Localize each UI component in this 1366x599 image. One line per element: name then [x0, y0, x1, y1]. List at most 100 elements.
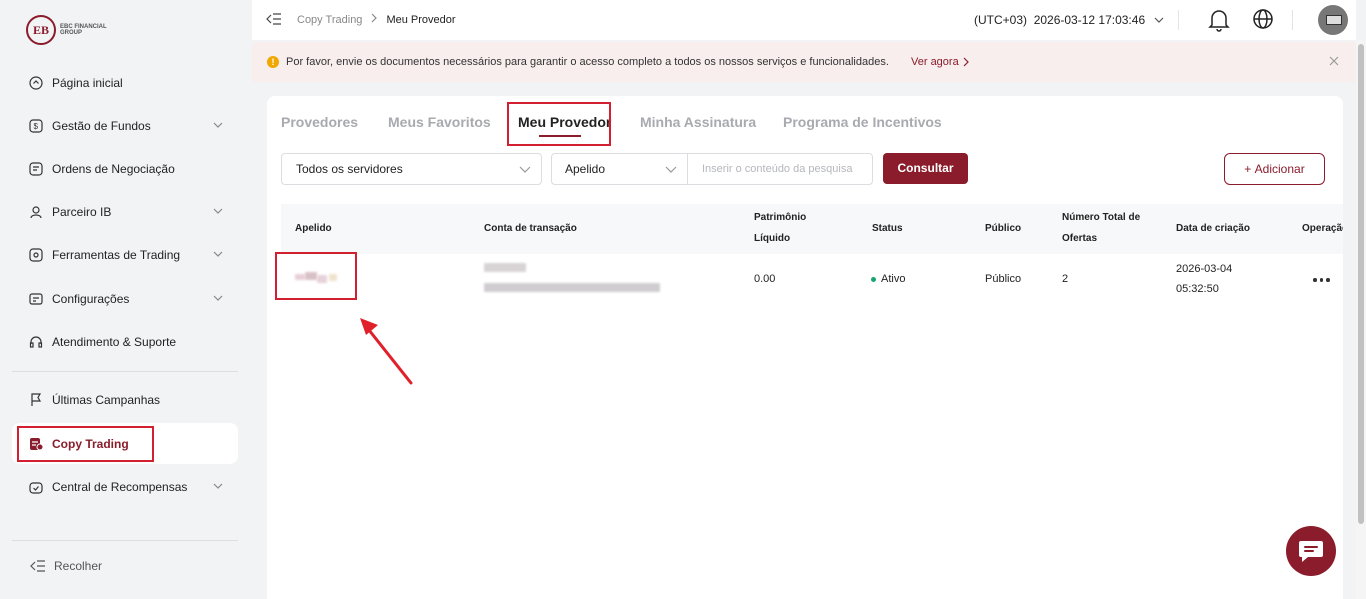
column-header-status: Status	[872, 223, 903, 234]
created-date: 2026-03-04	[1176, 263, 1233, 275]
collapse-label: Recolher	[54, 559, 103, 573]
plus-icon: +	[1244, 162, 1252, 176]
sidebar-item-trading-tools[interactable]: Ferramentas de Trading	[12, 235, 238, 275]
search-input[interactable]	[689, 154, 872, 184]
chevron-down-icon	[213, 122, 223, 128]
equity-value: 0.00	[754, 273, 776, 285]
topbar-divider	[1178, 10, 1179, 30]
logo-mark: EB	[26, 15, 56, 45]
sidebar-item-label: Ferramentas de Trading	[52, 248, 181, 262]
tab-my-subscription[interactable]: Minha Assinatura	[640, 114, 756, 130]
chevron-down-icon	[213, 251, 223, 257]
sidebar-item-label: Parceiro IB	[52, 205, 112, 219]
add-button[interactable]: + Adicionar	[1224, 153, 1325, 185]
menu-toggle-icon[interactable]	[266, 12, 282, 26]
column-header-offers-line1: Número Total de	[1062, 212, 1141, 223]
tab-providers[interactable]: Provedores	[281, 114, 358, 130]
table-header: Apelido Conta de transação Patrimônio Lí…	[281, 204, 1343, 254]
chevron-down-icon	[213, 295, 223, 301]
svg-text:$: $	[34, 122, 39, 131]
home-icon	[28, 75, 44, 91]
sidebar-divider	[12, 540, 238, 541]
view-now-label: Ver agora	[911, 56, 959, 68]
collapse-sidebar-button[interactable]: Recolher	[30, 559, 102, 573]
sidebar-item-settings[interactable]: Configurações	[12, 279, 238, 319]
flag-icon	[28, 392, 44, 408]
more-options-icon[interactable]	[1313, 278, 1330, 282]
add-button-label: Adicionar	[1254, 162, 1305, 176]
sidebar: EB EBC FINANCIAL GROUP Página inicial $ …	[0, 0, 252, 599]
status-badge: Ativo	[871, 269, 905, 289]
view-now-link[interactable]: Ver agora	[911, 56, 970, 68]
highlight-box-nickname	[275, 252, 357, 300]
breadcrumb-copy-trading[interactable]: Copy Trading	[297, 14, 362, 26]
sidebar-item-label: Gestão de Fundos	[52, 119, 151, 133]
user-avatar[interactable]	[1318, 5, 1348, 35]
column-header-operation: Operação	[1302, 223, 1343, 234]
chevron-down-icon	[1154, 17, 1164, 23]
sidebar-item-label: Configurações	[52, 292, 130, 306]
top-bar: Copy Trading Meu Provedor (UTC+03) 2026-…	[252, 0, 1356, 40]
public-value: Público	[985, 273, 1022, 285]
current-datetime: 2026-03-12 17:03:46	[1033, 13, 1146, 27]
annotation-arrow-icon	[360, 318, 413, 385]
sidebar-item-campaigns[interactable]: Últimas Campanhas	[12, 380, 238, 420]
orders-icon	[28, 161, 44, 177]
created-time: 05:32:50	[1176, 283, 1219, 295]
search-field-select[interactable]: Apelido	[552, 154, 688, 184]
settings-icon	[28, 291, 44, 307]
timezone-selector[interactable]: (UTC+03) 2026-03-12 17:03:46	[974, 13, 1165, 27]
sidebar-item-fund-management[interactable]: $ Gestão de Fundos	[12, 106, 238, 146]
chevron-down-icon	[665, 166, 677, 173]
redacted-block	[484, 283, 660, 292]
scrollbar-thumb[interactable]	[1358, 44, 1364, 524]
server-select[interactable]: Todos os servidores	[281, 153, 542, 185]
redacted-block	[484, 263, 526, 272]
chevron-right-icon	[963, 57, 969, 67]
topbar-divider	[1292, 10, 1293, 30]
sidebar-item-ib-partner[interactable]: Parceiro IB	[12, 192, 238, 232]
sidebar-item-orders[interactable]: Ordens de Negociação	[12, 149, 238, 189]
chat-support-button[interactable]	[1286, 526, 1336, 576]
tab-my-favorites[interactable]: Meus Favoritos	[388, 114, 491, 130]
column-header-equity-line1: Patrimônio	[754, 212, 807, 223]
column-header-nickname: Apelido	[295, 223, 332, 234]
sidebar-item-label: Atendimento & Suporte	[52, 335, 177, 349]
tab-incentive-program[interactable]: Programa de Incentivos	[783, 114, 942, 130]
chevron-down-icon	[213, 483, 223, 489]
ebc-logo[interactable]: EB EBC FINANCIAL GROUP	[26, 15, 120, 45]
sidebar-item-label: Ordens de Negociação	[52, 162, 175, 176]
warning-icon: !	[267, 56, 279, 68]
breadcrumb: Copy Trading Meu Provedor	[297, 13, 456, 26]
column-header-offers-line2: Ofertas	[1062, 233, 1098, 244]
status-text: Ativo	[881, 273, 906, 285]
sidebar-item-label: Últimas Campanhas	[52, 393, 161, 407]
offers-count: 2	[1062, 273, 1069, 285]
sidebar-item-support[interactable]: Atendimento & Suporte	[12, 322, 238, 362]
sidebar-divider	[12, 371, 238, 372]
document-warning-banner: ! Por favor, envie os documentos necessá…	[252, 42, 1356, 82]
sidebar-item-label: Central de Recompensas	[52, 480, 188, 494]
breadcrumb-current: Meu Provedor	[386, 13, 456, 26]
chat-icon	[1299, 541, 1323, 562]
rewards-icon	[28, 479, 44, 495]
close-icon[interactable]	[1327, 54, 1341, 68]
highlight-box-sidebar	[17, 426, 154, 462]
sidebar-item-home[interactable]: Página inicial	[12, 63, 238, 103]
notification-bell-icon[interactable]	[1208, 8, 1230, 32]
collapse-icon	[30, 560, 45, 572]
support-icon	[28, 334, 44, 350]
column-header-public: Público	[985, 223, 1022, 234]
language-globe-icon[interactable]	[1252, 8, 1274, 30]
sidebar-item-rewards[interactable]: Central de Recompensas	[12, 467, 238, 507]
banner-message: Por favor, envie os documentos necessári…	[286, 56, 889, 68]
server-select-value: Todos os servidores	[296, 162, 403, 176]
breadcrumb-separator-icon	[370, 13, 378, 26]
consult-button[interactable]: Consultar	[883, 153, 968, 184]
partner-icon	[28, 204, 44, 220]
status-dot-icon	[871, 276, 876, 282]
highlight-box-tab	[507, 102, 611, 146]
logo-text: EBC FINANCIAL GROUP	[60, 24, 107, 36]
page-scrollbar[interactable]	[1356, 40, 1366, 599]
tools-icon	[28, 247, 44, 263]
